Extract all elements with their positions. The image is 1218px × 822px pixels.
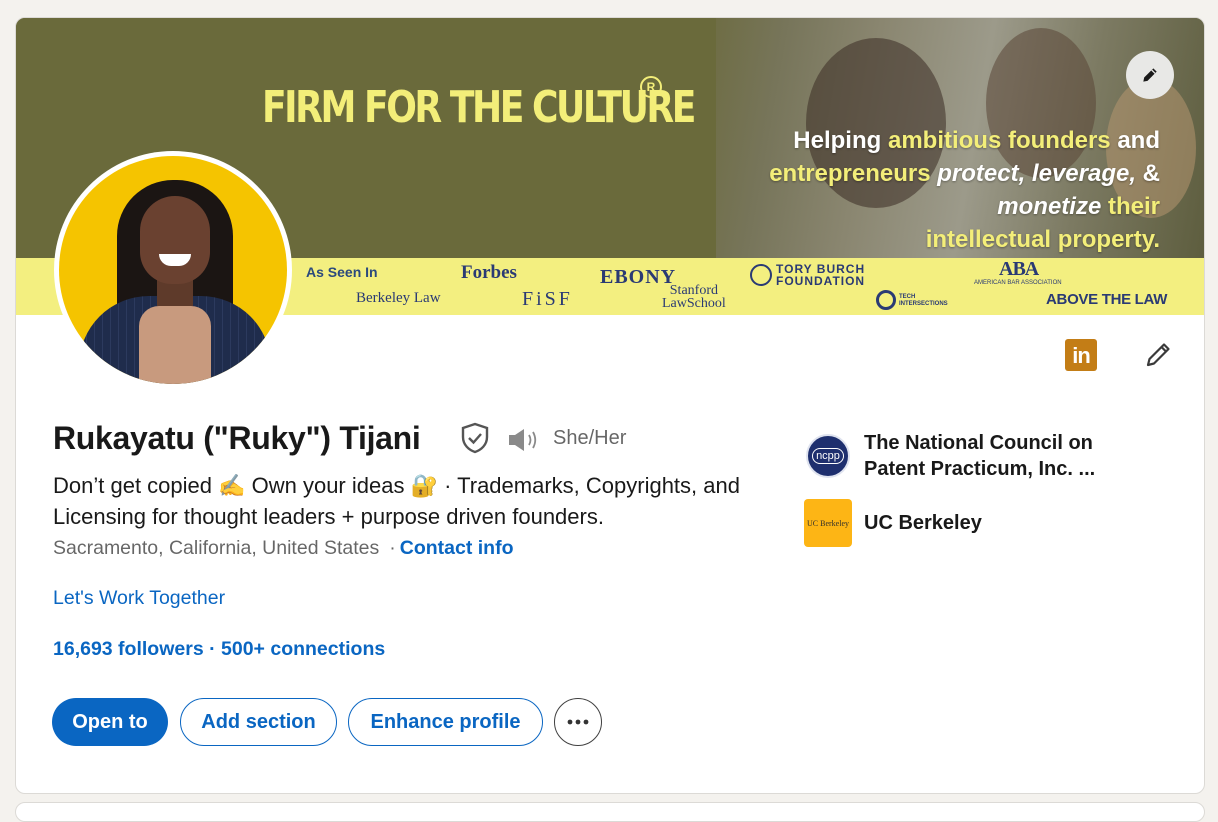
- profile-headline: Don’t get copied ✍️ Own your ideas 🔐 · T…: [53, 473, 740, 529]
- press-aba: ABA: [999, 258, 1039, 280]
- add-section-button[interactable]: Add section: [180, 698, 337, 746]
- press-tory-burch: TORY BURCH FOUNDATION: [776, 262, 866, 288]
- verified-shield-icon[interactable]: [460, 422, 490, 459]
- followers-link[interactable]: 16,693 followers: [53, 638, 204, 660]
- stats-separator: ·: [203, 638, 222, 660]
- education-organization[interactable]: UC Berkeley UC Berkeley: [804, 499, 982, 547]
- connections-link[interactable]: 500+ connections: [221, 638, 385, 660]
- edit-banner-button[interactable]: [1126, 51, 1174, 99]
- tory-burch-logo-icon: [750, 264, 772, 286]
- more-horizontal-icon: [567, 719, 589, 725]
- press-as-seen-in: As Seen In: [306, 264, 378, 280]
- location-row: Sacramento, California, United States · Co…: [53, 537, 513, 560]
- press-above-the-law: ABOVE THE LAW: [1046, 291, 1168, 308]
- organization-name: The National Council on Patent Practicum…: [864, 432, 1096, 480]
- linkedin-logo-icon[interactable]: in: [1065, 339, 1097, 371]
- profile-card: FIRM FOR THE CULTURE R Helping ambitious…: [15, 17, 1205, 794]
- press-berkeley-law: Berkeley Law: [356, 290, 441, 306]
- press-fisf: FiSF: [522, 288, 573, 310]
- next-section-card: [15, 802, 1205, 822]
- banner-tagline: Helping ambitious founders and entrepren…: [769, 127, 1160, 253]
- contact-info-link[interactable]: Contact info: [400, 537, 514, 559]
- banner-firm-title: FIRM FOR THE CULTURE: [262, 82, 696, 133]
- network-stats: 16,693 followers · 500+ connections: [53, 638, 385, 661]
- more-actions-button[interactable]: [554, 698, 602, 746]
- pronouns: She/Her: [553, 427, 627, 449]
- registered-mark-icon: R: [640, 76, 662, 98]
- press-stanford: Stanford LawSchool: [662, 283, 726, 311]
- profile-name: Rukayatu ("Ruky") Tijani: [53, 420, 421, 456]
- press-aba-subtitle: AMERICAN BAR ASSOCIATION: [974, 280, 1062, 286]
- press-tech-intersections: TECH INTERSECTIONS: [899, 294, 948, 307]
- profile-photo[interactable]: [54, 151, 292, 389]
- pencil-icon: [1146, 343, 1170, 367]
- avatar: [59, 156, 287, 384]
- website-link[interactable]: Let's Work Together: [53, 587, 225, 610]
- ncpp-logo: ncpp: [804, 432, 852, 480]
- organization-name: UC Berkeley: [864, 512, 982, 534]
- edit-intro-button[interactable]: [1140, 337, 1176, 373]
- experience-organization[interactable]: ncpp The National Council on Patent Prac…: [804, 430, 1124, 482]
- pencil-icon: [1143, 68, 1157, 82]
- name-pronunciation-speaker-icon[interactable]: [507, 426, 541, 459]
- tech-intersections-logo-icon: [876, 290, 896, 310]
- open-to-button[interactable]: Open to: [52, 698, 168, 746]
- uc-berkeley-logo: UC Berkeley: [804, 499, 852, 547]
- press-forbes: Forbes: [461, 262, 517, 283]
- separator-dot: ·: [389, 537, 396, 559]
- profile-location: Sacramento, California, United States: [53, 537, 380, 559]
- enhance-profile-button[interactable]: Enhance profile: [348, 698, 543, 746]
